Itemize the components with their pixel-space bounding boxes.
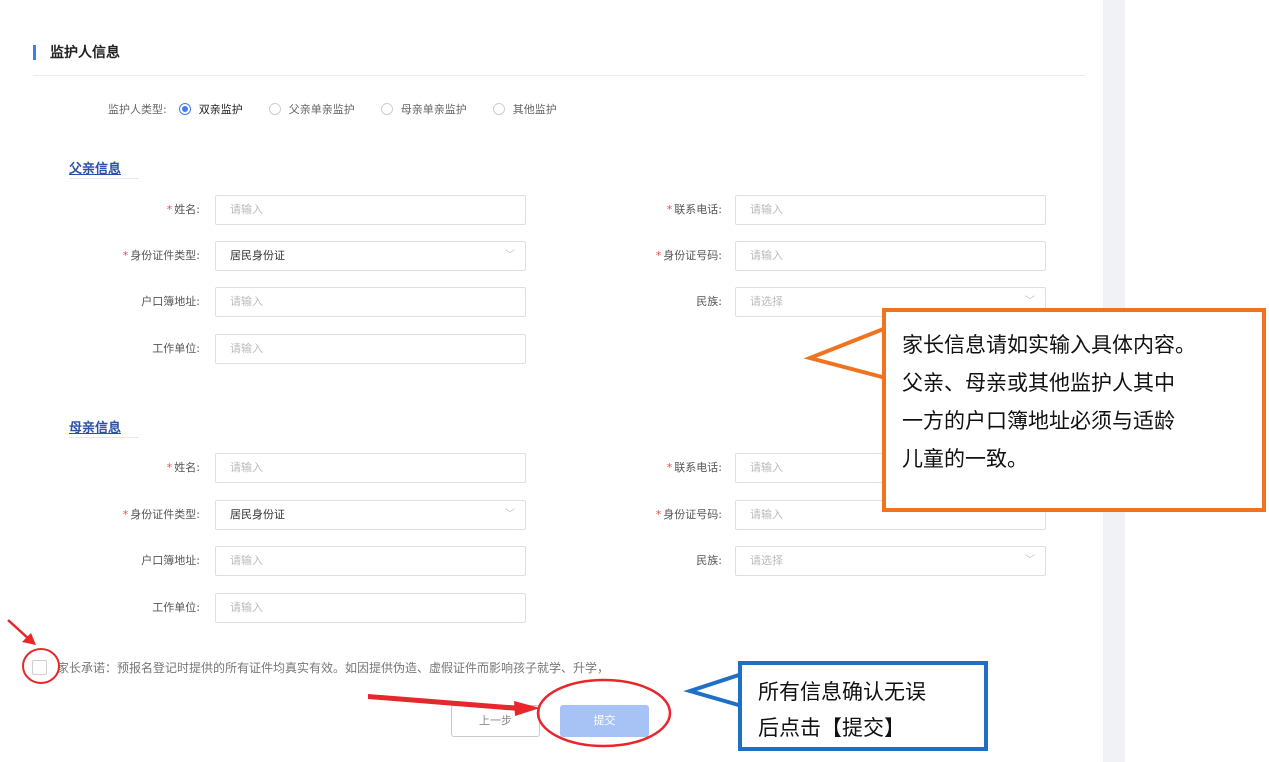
chevron-down-icon: ﹀	[505, 250, 515, 261]
mother-hukou-input[interactable]: 请输入	[215, 546, 526, 576]
father-idtype-select[interactable]: 居民身份证 ﹀	[215, 241, 526, 271]
father-idtype-label: * 身份证件类型:	[122, 249, 200, 262]
section-accent-bar	[33, 44, 36, 60]
section-title: 监护人信息	[33, 42, 120, 62]
radio-father-only[interactable]: 父亲单亲监护	[268, 101, 355, 117]
mother-phone-label: * 联系电话:	[666, 461, 722, 474]
father-work-label: 工作单位:	[152, 342, 200, 355]
orange-callout-line: 家长信息请如实输入具体内容。	[902, 333, 1196, 357]
father-name-input[interactable]: 请输入	[215, 195, 526, 225]
mother-name-label: * 姓名:	[166, 461, 200, 474]
mother-info-heading: 母亲信息	[69, 421, 122, 436]
father-idno-label: * 身份证号码:	[655, 249, 722, 262]
father-hukou-label: 户口簿地址:	[141, 295, 200, 308]
radio-icon[interactable]	[268, 103, 281, 115]
radio-label: 双亲监护	[198, 103, 243, 116]
section-divider	[33, 75, 1085, 76]
father-ethnic-label: 民族:	[696, 295, 722, 308]
blue-callout-line: 后点击【提交】	[758, 716, 905, 740]
father-work-input[interactable]: 请输入	[215, 334, 526, 364]
mother-idno-label: * 身份证号码:	[655, 508, 722, 521]
chevron-down-icon: ﹀	[1025, 555, 1035, 566]
guardian-type-row: 监护人类型: 双亲监护 父亲单亲监护 母亲单亲监护 其他监护	[108, 100, 583, 118]
father-name-label: * 姓名:	[166, 203, 200, 216]
radio-both-parents[interactable]: 双亲监护	[178, 101, 243, 117]
submit-button[interactable]: 提交	[560, 705, 649, 737]
blue-callout: 所有信息确认无误 后点击【提交】	[738, 661, 988, 751]
radio-other[interactable]: 其他监护	[492, 101, 557, 117]
mother-hukou-label: 户口簿地址:	[141, 554, 200, 567]
mother-ethnic-select[interactable]: 请选择 ﹀	[735, 546, 1046, 576]
father-phone-input[interactable]: 请输入	[735, 195, 1046, 225]
father-info-heading: 父亲信息	[69, 162, 122, 177]
orange-callout-line: 父亲、母亲或其他监护人其中	[902, 371, 1175, 395]
mother-work-label: 工作单位:	[152, 601, 200, 614]
father-heading-underline	[69, 178, 139, 179]
prev-step-button[interactable]: 上一步	[451, 705, 540, 737]
parent-promise-row[interactable]: 家长承诺：预报名登记时提供的所有证件均真实有效。如因提供伪造、虚假证件而影响孩子…	[32, 655, 609, 679]
radio-icon[interactable]	[492, 103, 505, 115]
promise-checkbox[interactable]	[32, 659, 47, 675]
promise-text: 家长承诺：预报名登记时提供的所有证件均真实有效。如因提供伪造、虚假证件而影响孩子…	[57, 660, 610, 675]
father-phone-label: * 联系电话:	[666, 203, 722, 216]
radio-label: 父亲单亲监护	[288, 103, 355, 116]
father-idno-input[interactable]: 请输入	[735, 241, 1046, 271]
chevron-down-icon: ﹀	[505, 509, 515, 520]
orange-callout-line: 一方的户口簿地址必须与适龄	[902, 409, 1175, 433]
radio-mother-only[interactable]: 母亲单亲监护	[380, 101, 467, 117]
father-hukou-input[interactable]: 请输入	[215, 287, 526, 317]
section-title-text: 监护人信息	[50, 45, 120, 61]
mother-work-input[interactable]: 请输入	[215, 593, 526, 623]
orange-callout: 家长信息请如实输入具体内容。 父亲、母亲或其他监护人其中 一方的户口簿地址必须与…	[882, 308, 1266, 512]
radio-label: 其他监护	[512, 103, 557, 116]
mother-name-input[interactable]: 请输入	[215, 453, 526, 483]
radio-label: 母亲单亲监护	[400, 103, 467, 116]
mother-idtype-label: * 身份证件类型:	[122, 508, 200, 521]
mother-idtype-select[interactable]: 居民身份证 ﹀	[215, 500, 526, 530]
blue-callout-line: 所有信息确认无误	[758, 680, 926, 704]
mother-ethnic-label: 民族:	[696, 554, 722, 567]
radio-checked-icon[interactable]	[178, 103, 191, 115]
mother-heading-underline	[69, 437, 139, 438]
page: 监护人信息 监护人类型: 双亲监护 父亲单亲监护 母亲单亲监护 其他监护 父亲信…	[0, 0, 1269, 762]
radio-icon[interactable]	[380, 103, 393, 115]
guardian-type-label: 监护人类型:	[108, 103, 167, 116]
orange-callout-line: 儿童的一致。	[902, 447, 1028, 471]
